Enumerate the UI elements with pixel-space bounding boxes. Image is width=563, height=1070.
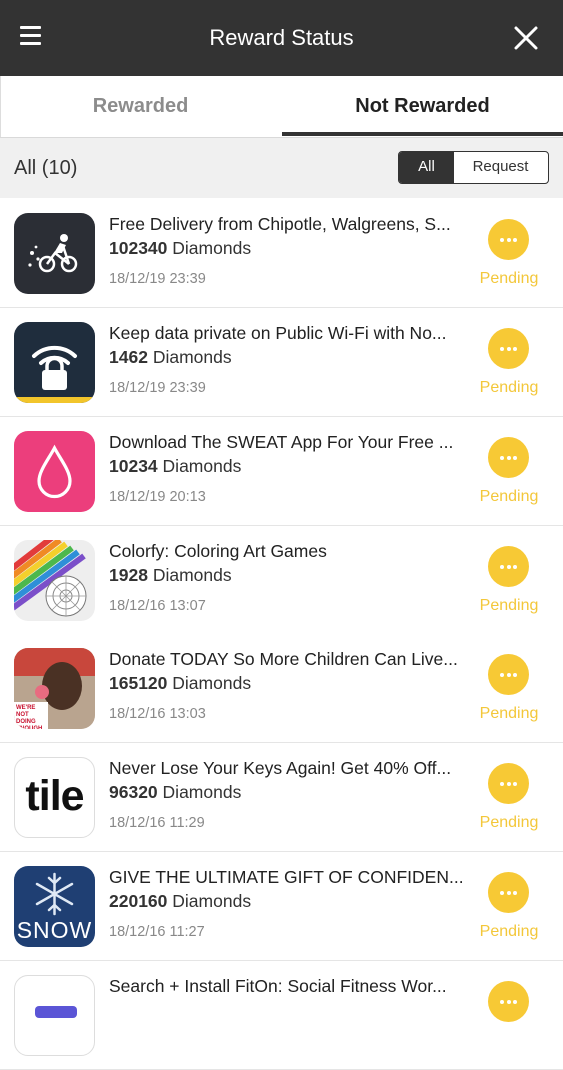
- reward-title: Free Delivery from Chipotle, Walgreens, …: [109, 214, 451, 234]
- reward-date: 18/12/16 13:03: [109, 706, 206, 722]
- reward-row[interactable]: tile Never Lose Your Keys Again! Get 40%…: [0, 743, 563, 852]
- more-icon[interactable]: [488, 437, 529, 478]
- charity-child-icon: WE'RE NOT DOING ENOUGH: [14, 648, 95, 729]
- tile-logo-icon: tile: [14, 757, 95, 838]
- wifi-lock-icon: [14, 322, 95, 403]
- reward-title: Download The SWEAT App For Your Free ...: [109, 432, 454, 452]
- reward-date: 18/12/19 23:39: [109, 271, 206, 287]
- reward-title: Keep data private on Public Wi-Fi with N…: [109, 323, 447, 343]
- reward-row[interactable]: SNOW GIVE THE ULTIMATE GIFT OF CONFIDEN.…: [0, 852, 563, 961]
- tab-bar: Rewarded Not Rewarded: [0, 76, 563, 138]
- tab-not-rewarded[interactable]: Not Rewarded: [282, 76, 563, 137]
- status-badge: Pending: [479, 705, 539, 722]
- filter-all-button[interactable]: All: [399, 152, 454, 183]
- tab-divider: [0, 76, 1, 137]
- snow-logo-icon: SNOW: [14, 866, 95, 947]
- reward-amount: 1928 Diamonds: [109, 565, 232, 585]
- status-badge: Pending: [479, 379, 539, 396]
- more-icon[interactable]: [488, 981, 529, 1022]
- status-badge: Pending: [479, 814, 539, 831]
- item-count-label: All (10): [14, 157, 78, 179]
- reward-amount: 102340 Diamonds: [109, 238, 252, 258]
- close-icon[interactable]: [512, 24, 540, 52]
- tab-active-indicator: [282, 132, 563, 136]
- reward-date: 18/12/19 20:13: [109, 489, 206, 505]
- reward-date: 18/12/16 11:29: [109, 815, 205, 831]
- snow-logo-text: SNOW: [16, 917, 93, 943]
- more-icon[interactable]: [488, 546, 529, 587]
- reward-amount: 10234 Diamonds: [109, 456, 242, 476]
- app-header: Reward Status: [0, 0, 563, 76]
- page-title: Reward Status: [209, 25, 354, 50]
- status-badge: Pending: [479, 597, 539, 614]
- reward-title: Never Lose Your Keys Again! Get 40% Off.…: [109, 758, 452, 778]
- reward-date: 18/12/16 13:07: [109, 598, 206, 614]
- more-icon[interactable]: [488, 654, 529, 695]
- fiton-icon: [14, 975, 95, 1056]
- reward-row[interactable]: Colorfy: Coloring Art Games 1928 Diamond…: [0, 526, 563, 635]
- more-icon[interactable]: [488, 219, 529, 260]
- charity-icon-text: WE'RE NOT DOING ENOUGH: [16, 705, 43, 729]
- reward-date: 18/12/16 11:27: [109, 924, 205, 940]
- reward-amount: 165120 Diamonds: [109, 673, 252, 693]
- postmates-icon: [14, 213, 95, 294]
- filter-request-button[interactable]: Request: [454, 152, 547, 183]
- status-badge: Pending: [479, 923, 539, 940]
- reward-amount: 96320 Diamonds: [109, 782, 242, 802]
- status-badge: Pending: [479, 488, 539, 505]
- reward-row[interactable]: Free Delivery from Chipotle, Walgreens, …: [0, 199, 563, 308]
- status-badge: Pending: [479, 270, 539, 287]
- reward-amount: 1462 Diamonds: [109, 347, 232, 367]
- sweat-drop-icon: [14, 431, 95, 512]
- tile-logo-text: tile: [25, 772, 84, 820]
- colorfy-pencils-icon: [14, 540, 95, 621]
- reward-title: Colorfy: Coloring Art Games: [109, 541, 327, 561]
- more-icon[interactable]: [488, 872, 529, 913]
- reward-row[interactable]: WE'RE NOT DOING ENOUGH Donate TODAY So M…: [0, 634, 563, 743]
- more-icon[interactable]: [488, 763, 529, 804]
- filter-segmented-control: All Request: [398, 151, 549, 184]
- reward-title: GIVE THE ULTIMATE GIFT OF CONFIDEN...: [109, 867, 464, 887]
- reward-row[interactable]: Download The SWEAT App For Your Free ...…: [0, 417, 563, 526]
- more-icon[interactable]: [488, 328, 529, 369]
- reward-date: 18/12/19 23:39: [109, 380, 206, 396]
- tab-rewarded[interactable]: Rewarded: [0, 76, 281, 137]
- reward-title: Donate TODAY So More Children Can Live..…: [109, 649, 458, 669]
- reward-row[interactable]: Search + Install FitOn: Social Fitness W…: [0, 961, 563, 1070]
- reward-amount: 220160 Diamonds: [109, 891, 252, 911]
- reward-title: Search + Install FitOn: Social Fitness W…: [109, 976, 447, 996]
- reward-row[interactable]: Keep data private on Public Wi-Fi with N…: [0, 308, 563, 417]
